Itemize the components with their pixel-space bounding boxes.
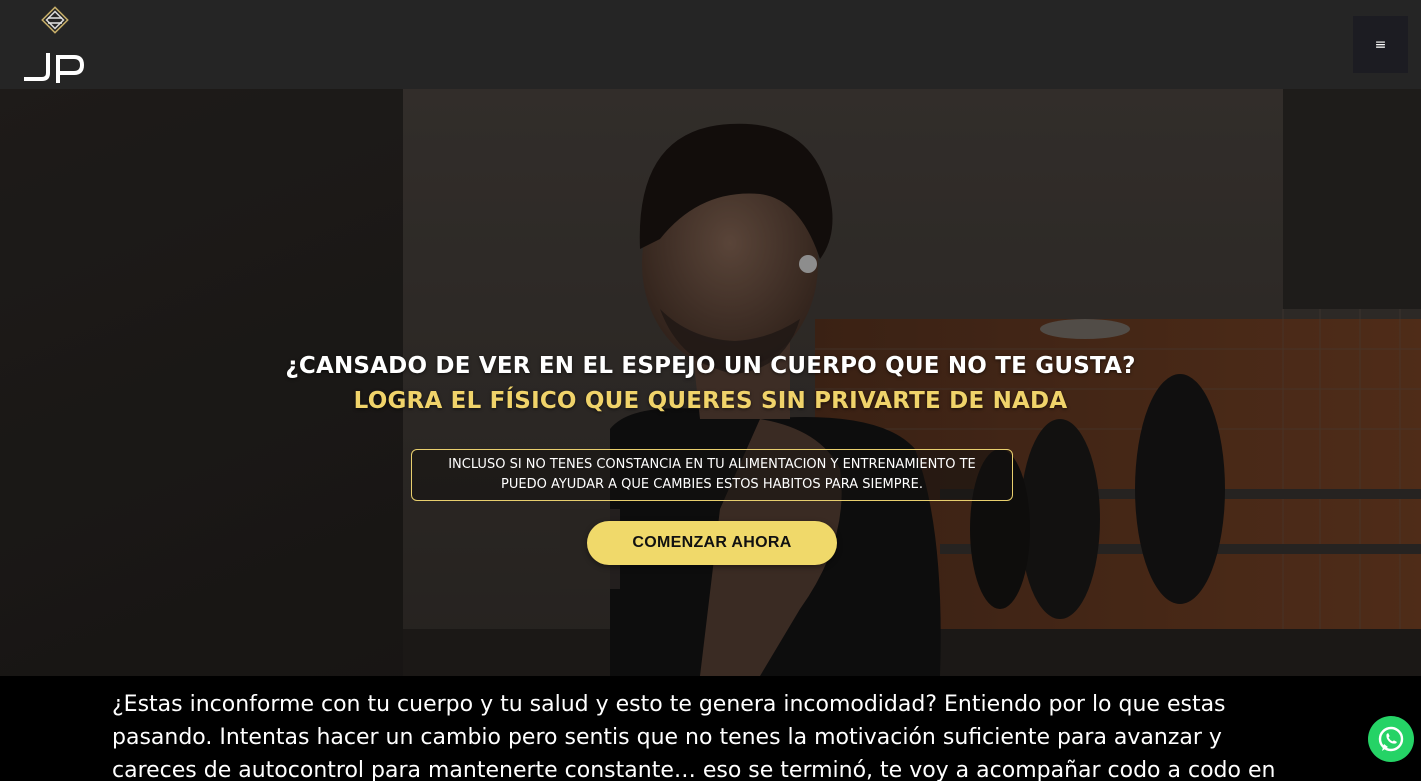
start-now-button[interactable]: COMENZAR AHORA — [587, 521, 837, 565]
hero-section: ¿CANSADO DE VER EN EL ESPEJO UN CUERPO Q… — [0, 89, 1421, 676]
hero-overlay — [0, 89, 1421, 676]
logo[interactable] — [24, 6, 88, 84]
intro-section: ¿Estas inconforme con tu cuerpo y tu sal… — [0, 676, 1421, 781]
jp-logo-icon — [24, 6, 85, 83]
whatsapp-button[interactable] — [1368, 716, 1414, 762]
intro-paragraph: ¿Estas inconforme con tu cuerpo y tu sal… — [112, 692, 1276, 781]
start-now-label: COMENZAR AHORA — [632, 534, 792, 551]
hero-notice-box: INCLUSO SI NO TENES CONSTANCIA EN TU ALI… — [411, 449, 1013, 501]
whatsapp-icon — [1378, 726, 1404, 752]
menu-button[interactable]: ≡ — [1353, 16, 1408, 73]
hero-notice-text: INCLUSO SI NO TENES CONSTANCIA EN TU ALI… — [448, 457, 976, 492]
hero-subheadline: LOGRA EL FÍSICO QUE QUERES SIN PRIVARTE … — [353, 388, 1068, 414]
hamburger-menu-icon: ≡ — [1374, 36, 1387, 53]
site-header: ≡ — [0, 0, 1421, 89]
hero-headline: ¿CANSADO DE VER EN EL ESPEJO UN CUERPO Q… — [285, 353, 1136, 379]
